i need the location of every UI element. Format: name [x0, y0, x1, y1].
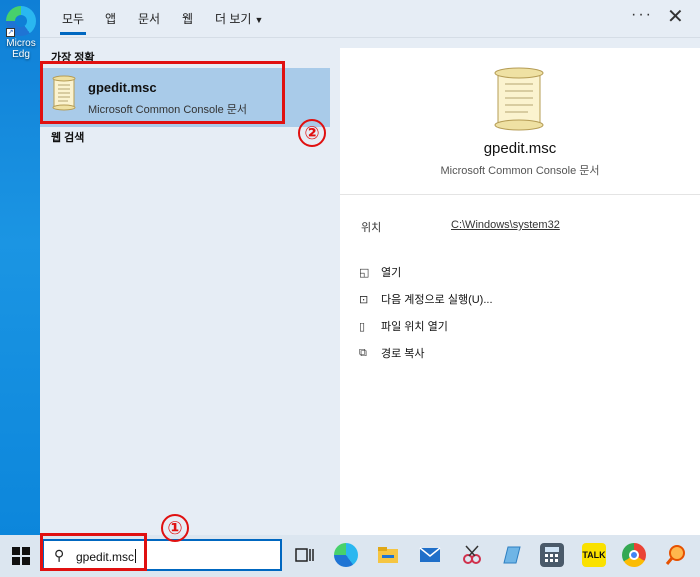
snipping-icon[interactable]: [460, 543, 484, 567]
tab-more-label: 더 보기: [215, 12, 252, 26]
preview-subtitle: Microsoft Common Console 문서: [440, 165, 600, 177]
tab-web[interactable]: 웹: [182, 10, 193, 27]
action-run-as[interactable]: ⊡ 다음 계정으로 실행(U)...: [359, 291, 493, 309]
action-open-file-location[interactable]: ▯ 파일 위치 열기: [359, 318, 448, 336]
close-icon[interactable]: ✕: [667, 4, 684, 29]
action-copy-path-label: 경로 복사: [381, 348, 425, 360]
preview-title: gpedit.msc: [483, 140, 557, 157]
tab-documents[interactable]: 문서: [138, 10, 160, 27]
location-label: 위치: [361, 222, 382, 234]
tab-apps[interactable]: 앱: [105, 10, 116, 27]
ellipsis-icon[interactable]: ···: [631, 6, 653, 24]
run-as-icon: ⊡: [359, 293, 369, 306]
preview-pane: gpedit.msc Microsoft Common Console 문서 위…: [340, 48, 700, 535]
divider: [340, 194, 700, 195]
desktop-edge-shortcut[interactable]: ↗ Micros Edg: [0, 6, 42, 60]
filter-tabs: 모두 앱 문서 웹 더 보기 ▼ ··· ✕: [40, 0, 700, 38]
chevron-down-icon: ▼: [254, 15, 264, 25]
highlight-box-result: [40, 61, 285, 124]
scroll-document-icon: [488, 66, 550, 137]
file-location-icon: ▯: [359, 320, 366, 333]
action-open[interactable]: ◱ 열기: [359, 264, 401, 282]
app-icon[interactable]: [500, 543, 524, 567]
copy-path-icon: ⧉: [359, 346, 367, 359]
action-run-as-label: 다음 계정으로 실행(U)...: [381, 294, 493, 306]
location-link[interactable]: C:\Windows\system32: [451, 219, 560, 231]
desktop-icon-label: Micros Edg: [6, 38, 36, 60]
step-2-marker: ②: [298, 119, 326, 147]
chrome-center: [629, 550, 639, 560]
action-copy-path[interactable]: ⧉ 경로 복사: [359, 345, 425, 363]
shortcut-arrow-icon: ↗: [6, 28, 15, 37]
kakaotalk-icon[interactable]: TALK: [582, 543, 606, 567]
web-search-heading: 웹 검색: [51, 132, 85, 144]
windows-start-icon[interactable]: [12, 547, 30, 565]
chrome-icon[interactable]: [622, 543, 646, 567]
action-file-location-label: 파일 위치 열기: [381, 321, 448, 333]
mail-icon[interactable]: [418, 543, 442, 567]
tab-more[interactable]: 더 보기 ▼: [215, 10, 263, 27]
calculator-icon[interactable]: [540, 543, 564, 567]
tab-all[interactable]: 모두: [59, 10, 87, 35]
search-app-icon[interactable]: [664, 543, 688, 567]
highlight-box-search: [40, 533, 147, 571]
file-explorer-icon[interactable]: [376, 543, 400, 567]
step-1-marker: ①: [161, 514, 189, 542]
edge-icon[interactable]: [334, 543, 358, 567]
action-open-label: 열기: [381, 267, 402, 279]
open-icon: ◱: [359, 266, 370, 279]
task-view-icon[interactable]: [292, 543, 316, 567]
